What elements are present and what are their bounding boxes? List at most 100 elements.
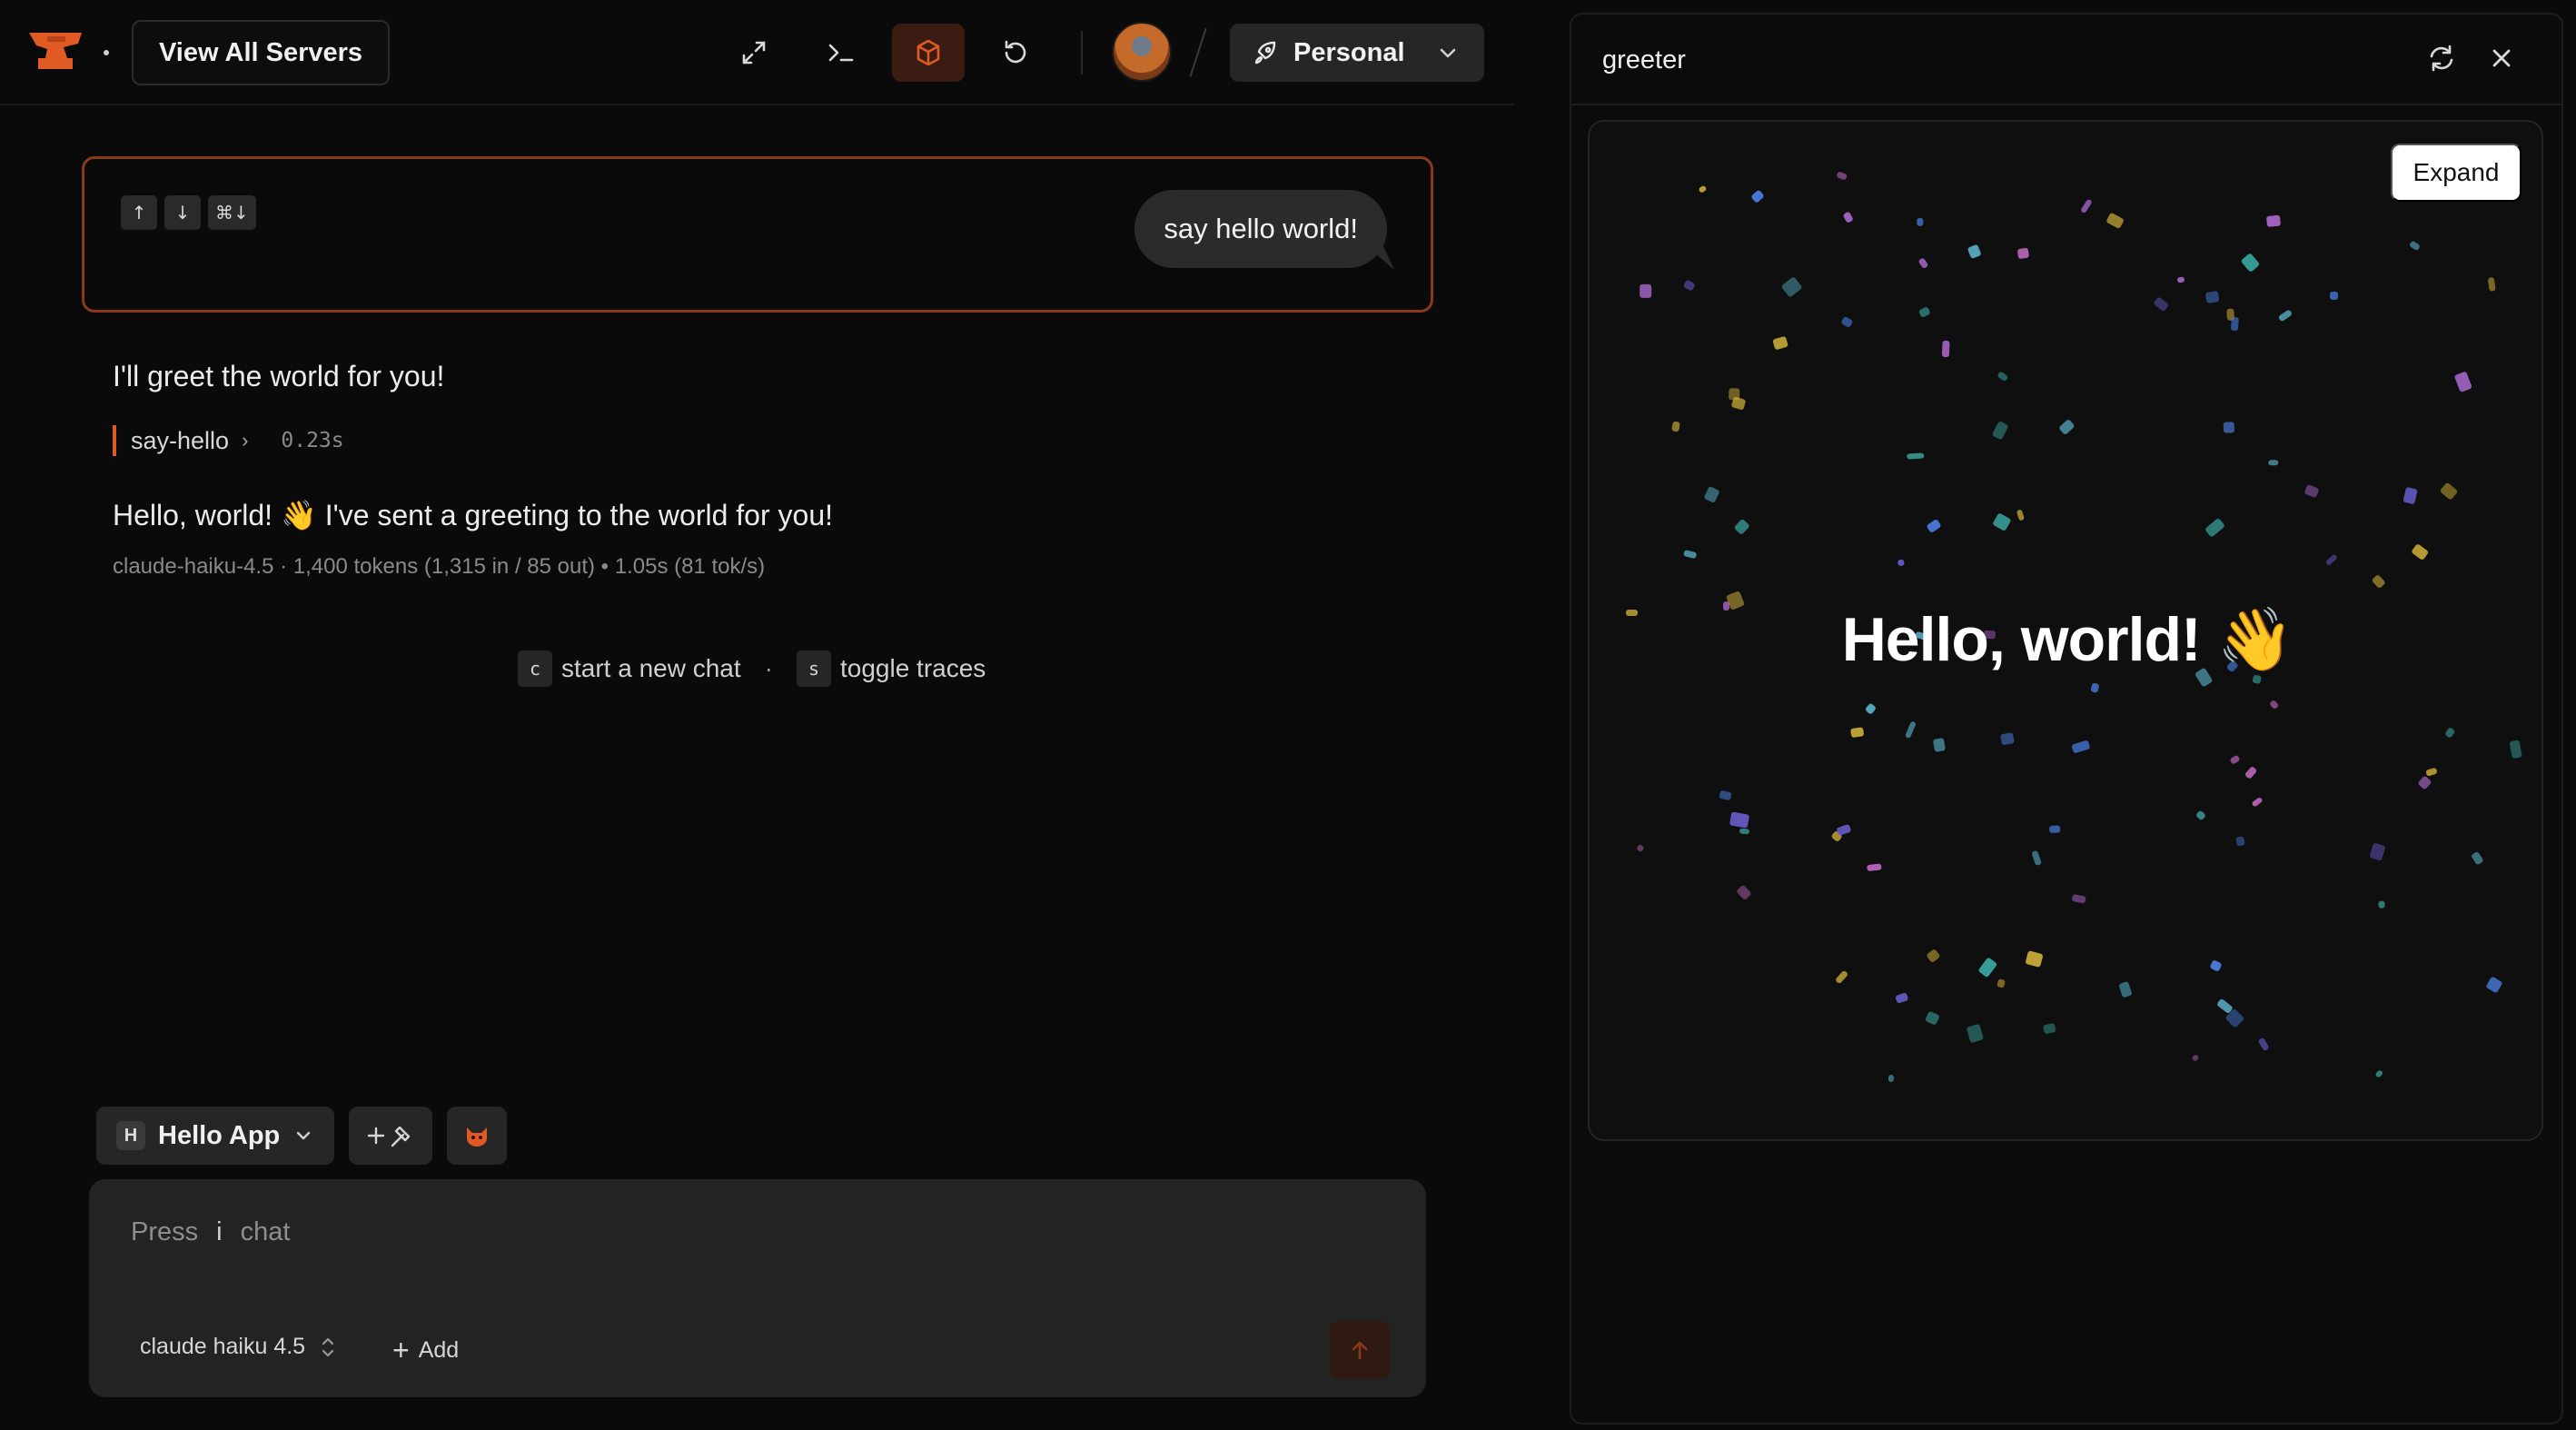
box-button[interactable] [892, 24, 965, 82]
nav-last-key[interactable]: ⌘↓ [208, 195, 256, 230]
confetti-piece [2235, 836, 2245, 847]
confetti-piece [1895, 991, 1909, 1004]
confetti-piece [1718, 789, 1732, 801]
nav-down-key[interactable]: ↓ [164, 195, 201, 230]
fox-icon [467, 1127, 488, 1147]
assistant-reply-text: Hello, world! 👋 I've sent a greeting to … [113, 499, 833, 531]
confetti-piece [2453, 371, 2472, 392]
confetti-piece [2176, 276, 2185, 283]
tool-call-name: say-hello [131, 426, 230, 454]
expand-button[interactable]: Expand [2391, 144, 2522, 202]
expand-button[interactable] [718, 24, 790, 82]
app-name: Hello App [158, 1120, 281, 1150]
confetti-piece [1999, 732, 2015, 746]
breadcrumb-slash [1189, 28, 1207, 77]
confetti-piece [1702, 485, 1720, 504]
confetti-piece [2204, 290, 2220, 303]
confetti-piece [1850, 727, 1865, 738]
new-chat-hint: start a new chat [561, 654, 741, 682]
chat-composer[interactable]: Press i chat claude haiku 4.5 + Add [89, 1179, 1426, 1397]
assistant-intro-text: I'll greet the world for you! [113, 360, 445, 392]
confetti-piece [2373, 1068, 2384, 1078]
confetti-piece [2329, 291, 2338, 300]
confetti-piece [1835, 170, 1848, 181]
confetti-piece [1749, 189, 1765, 204]
chevron-down-icon [1440, 48, 1456, 58]
confetti-piece [2266, 214, 2282, 227]
workspace-selector[interactable]: Personal [1230, 24, 1484, 82]
confetti-piece [1671, 420, 1681, 432]
confetti-piece [2416, 775, 2432, 790]
nav-up-key[interactable]: ↑ [121, 195, 157, 230]
new-chat-key[interactable]: c [518, 650, 552, 687]
confetti-piece [2191, 1053, 2200, 1063]
app-preview-frame[interactable]: Hello, world! 👋 Expand [1588, 120, 2543, 1141]
confetti-piece [2105, 212, 2125, 230]
confetti-piece [1683, 550, 1698, 560]
confetti-piece [1965, 1023, 1984, 1044]
wave-emoji: 👋 [2216, 604, 2294, 676]
confetti-piece [1924, 1010, 1940, 1027]
confetti-piece [2025, 950, 2044, 968]
confetti-piece [1840, 316, 1854, 329]
confetti-piece [2017, 248, 2030, 260]
keyboard-hints: c start a new chat · s toggle traces [518, 650, 986, 687]
confetti-piece [2402, 486, 2418, 505]
confetti-piece [1917, 305, 1931, 319]
hint-separator: · [764, 654, 773, 682]
toggle-traces-key[interactable]: s [796, 650, 831, 687]
top-bar: View All Servers Personal [0, 0, 1514, 105]
user-message-card[interactable]: ↑ ↓ ⌘↓ say hello world! [82, 156, 1433, 313]
add-attachment-button[interactable]: + Add [392, 1334, 459, 1367]
confetti-piece [1866, 862, 1882, 871]
confetti-piece [2204, 518, 2226, 538]
send-button[interactable] [1330, 1321, 1390, 1379]
chat-input[interactable]: Press i chat [131, 1217, 290, 1247]
confetti-piece [1904, 720, 1917, 739]
box-icon [916, 39, 940, 66]
terminal-icon [828, 44, 854, 62]
confetti-piece [1996, 371, 2009, 382]
view-all-servers-button[interactable]: View All Servers [132, 20, 390, 85]
add-tool-button[interactable] [349, 1107, 433, 1165]
terminal-button[interactable] [805, 24, 877, 82]
confetti-piece [1730, 395, 1747, 411]
close-icon[interactable] [2485, 42, 2518, 74]
confetti-piece [2269, 700, 2280, 710]
confetti-piece [2080, 198, 2094, 214]
confetti-piece [2277, 309, 2294, 323]
confetti-piece [1734, 519, 1751, 536]
model-selector[interactable]: claude haiku 4.5 [140, 1334, 336, 1360]
mascot-button[interactable] [447, 1107, 508, 1165]
chevron-right-icon: › [242, 429, 249, 452]
confetti-piece [2370, 573, 2386, 590]
confetti-piece [1781, 276, 1803, 298]
confetti-piece [1917, 217, 1924, 227]
model-name: claude haiku 4.5 [140, 1334, 306, 1359]
chevron-up-down-icon [322, 1337, 334, 1356]
toggle-traces-hint: toggle traces [839, 654, 986, 682]
toolbar-divider [1081, 31, 1083, 74]
confetti-piece [2043, 1022, 2057, 1035]
confetti-piece [1865, 702, 1878, 715]
tool-call-trace[interactable]: say-hello › 0.23s [113, 425, 344, 456]
confetti-piece [2209, 959, 2224, 972]
panel-header: greeter [1571, 15, 2561, 105]
plus-icon: + [392, 1334, 410, 1366]
reload-button[interactable] [979, 24, 1052, 82]
confetti-piece [1926, 519, 1943, 534]
confetti-piece [1933, 738, 1947, 753]
confetti-piece [1991, 421, 2009, 442]
add-label: Add [418, 1337, 460, 1363]
anvil-logo-icon[interactable] [27, 27, 84, 74]
confetti-piece [2031, 849, 2043, 867]
tool-call-duration: 0.23s [281, 429, 344, 452]
confetti-piece [2224, 422, 2235, 433]
refresh-icon[interactable] [2425, 42, 2458, 74]
chevron-down-icon [297, 1131, 311, 1140]
confetti-piece [2257, 1037, 2270, 1052]
confetti-piece [1836, 824, 1852, 838]
app-selector[interactable]: H Hello App [96, 1107, 335, 1165]
avatar[interactable] [1112, 22, 1172, 82]
confetti-piece [1834, 969, 1849, 985]
